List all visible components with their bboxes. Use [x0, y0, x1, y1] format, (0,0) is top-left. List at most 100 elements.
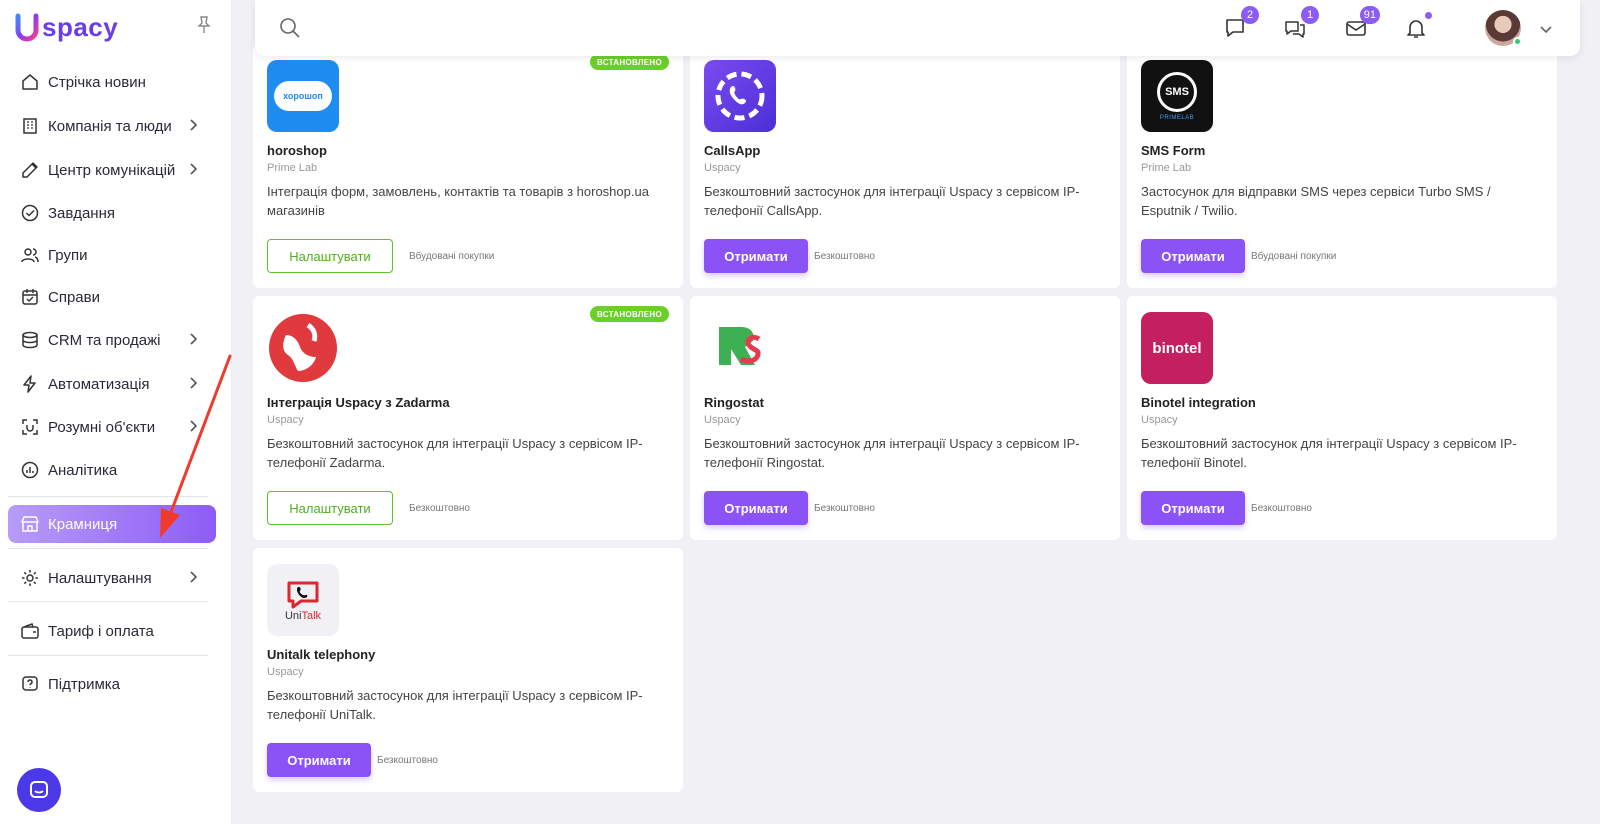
- online-status-indicator: [1513, 37, 1522, 46]
- app-vendor: Uspacy: [267, 414, 304, 426]
- app-price: Безкоштовно: [814, 251, 875, 262]
- app-vendor: Prime Lab: [267, 162, 318, 174]
- configure-button[interactable]: Налаштувати: [267, 491, 393, 525]
- app-vendor: Uspacy: [704, 162, 741, 174]
- app-card[interactable]: хорошоп ВСТАНОВЛЕНО horoshop Prime Lab Інтег…: [253, 44, 683, 288]
- smart-object-icon: [20, 417, 40, 437]
- app-card[interactable]: ВСТАНОВЛЕНО Інтеграція Uspacy з Zadarma Us…: [253, 296, 683, 540]
- sidebar-item-label: Розумні об'єкти: [48, 418, 156, 436]
- get-app-button[interactable]: Отримати: [267, 743, 371, 777]
- avatar[interactable]: [1485, 10, 1522, 46]
- search-icon[interactable]: [279, 17, 301, 39]
- configure-button[interactable]: Налаштувати: [267, 239, 393, 273]
- sidebar-item-6[interactable]: CRM та продажі: [8, 321, 216, 359]
- get-app-button[interactable]: Отримати: [1141, 239, 1245, 273]
- help-icon: [20, 674, 40, 694]
- app-price: Безкоштовно: [1251, 503, 1312, 514]
- sidebar-item-1[interactable]: Компанія та люди: [8, 107, 216, 145]
- sidebar-item-label: Підтримка: [48, 675, 121, 693]
- app-vendor: Prime Lab: [1141, 162, 1192, 174]
- sidebar-item-0[interactable]: Стрічка новин: [8, 63, 216, 101]
- sidebar-item-label: Тариф і оплата: [48, 622, 154, 640]
- sidebar-item-11[interactable]: Налаштування: [8, 559, 216, 597]
- sidebar-item-13[interactable]: Підтримка: [8, 665, 216, 703]
- sidebar-item-label: Крамниця: [48, 515, 118, 533]
- sidebar-divider: [8, 655, 208, 656]
- chevron-right-icon: [186, 376, 200, 390]
- app-description: Інтеграція форм, замовлень, контактів та…: [267, 184, 649, 218]
- notification-dot: [1425, 12, 1432, 19]
- wallet-icon: [20, 621, 40, 641]
- store-icon: [20, 514, 40, 534]
- mail-icon[interactable]: 91: [1342, 6, 1380, 42]
- app-card[interactable]: Ringostat Uspacy Безкоштовний застосунок д…: [690, 296, 1120, 540]
- app-card[interactable]: binotel Binotel integration Uspacy Безкошто…: [1127, 296, 1557, 540]
- sidebar-divider: [8, 496, 208, 497]
- app-price: Вбудовані покупки: [1251, 251, 1337, 262]
- sidebar-item-2[interactable]: Центр комунікацій: [8, 151, 216, 189]
- chevron-right-icon: [186, 419, 200, 433]
- app-price: Безкоштовно: [377, 755, 438, 766]
- app-card[interactable]: CallsApp Uspacy Безкоштовний застосунок дл…: [690, 44, 1120, 288]
- app-name: horoshop: [267, 143, 327, 158]
- sidebar-item-3[interactable]: Завдання: [8, 194, 216, 232]
- mail-badge: 91: [1359, 6, 1380, 24]
- app-price: Безкоштовно: [814, 503, 875, 514]
- bolt-icon: [20, 374, 40, 394]
- messages-badge: 1: [1301, 6, 1319, 24]
- logo-mark-icon: [14, 10, 40, 44]
- sidebar-item-12[interactable]: Тариф і оплата: [8, 612, 216, 650]
- pin-icon[interactable]: [196, 16, 212, 34]
- get-app-button[interactable]: Отримати: [704, 239, 808, 273]
- sidebar-item-label: Налаштування: [48, 569, 152, 587]
- sidebar-item-7[interactable]: Автоматизація: [8, 365, 216, 403]
- chat-badge: 2: [1241, 6, 1259, 24]
- logo[interactable]: spacy: [14, 10, 118, 44]
- app-logo-icon: хорошоп: [267, 60, 339, 132]
- sidebar-item-label: Центр комунікацій: [48, 161, 176, 179]
- calendar-icon: [20, 287, 40, 307]
- logo-text: spacy: [42, 11, 119, 42]
- sidebar-divider: [8, 601, 208, 602]
- chart-icon: [20, 460, 40, 480]
- app-price: Безкоштовно: [409, 503, 470, 514]
- building-icon: [20, 116, 40, 136]
- get-app-button[interactable]: Отримати: [704, 491, 808, 525]
- sidebar-item-label: Автоматизація: [48, 375, 150, 393]
- app-description: Безкоштовний застосунок для інтеграції U…: [1141, 436, 1517, 470]
- app-logo-icon: SMS PRIMELAB: [1141, 60, 1213, 132]
- installed-badge: ВСТАНОВЛЕНО: [589, 306, 669, 322]
- sidebar-item-label: Аналітика: [48, 461, 118, 479]
- app-description: Безкоштовний застосунок для інтеграції U…: [267, 436, 643, 470]
- chevron-down-icon[interactable]: [1539, 22, 1553, 34]
- support-chat-button[interactable]: [17, 768, 61, 812]
- gear-icon: [20, 568, 40, 588]
- edit-icon: [20, 160, 40, 180]
- app-description: Безкоштовний застосунок для інтеграції U…: [704, 184, 1080, 218]
- bell-icon[interactable]: [1402, 12, 1432, 42]
- sidebar-divider: [8, 548, 208, 549]
- sidebar: spacy Стрічка новин Компанія та люди Центр…: [0, 0, 232, 824]
- sidebar-item-label: Компанія та люди: [48, 117, 172, 135]
- app-card[interactable]: UniTalk Unitalk telephony Uspacy Безкоштовн…: [253, 548, 683, 792]
- sidebar-item-5[interactable]: Справи: [8, 278, 216, 316]
- sidebar-item-label: Завдання: [48, 204, 115, 222]
- app-name: Binotel integration: [1141, 395, 1256, 410]
- sidebar-item-label: CRM та продажі: [48, 331, 161, 349]
- home-icon: [20, 72, 40, 92]
- sidebar-item-4[interactable]: Групи: [8, 236, 216, 274]
- app-price: Вбудовані покупки: [409, 251, 495, 262]
- app-name: Ringostat: [704, 395, 764, 410]
- app-logo-icon: [704, 312, 776, 384]
- messages-icon[interactable]: 1: [1281, 6, 1319, 42]
- app-vendor: Uspacy: [1141, 414, 1178, 426]
- app-description: Безкоштовний застосунок для інтеграції U…: [704, 436, 1080, 470]
- app-logo-icon: [267, 312, 339, 384]
- sidebar-item-10[interactable]: Крамниця: [8, 505, 216, 543]
- sidebar-item-8[interactable]: Розумні об'єкти: [8, 408, 216, 446]
- get-app-button[interactable]: Отримати: [1141, 491, 1245, 525]
- app-card[interactable]: SMS PRIMELAB SMS Form Prime Lab Застосунок д…: [1127, 44, 1557, 288]
- app-logo-icon: UniTalk: [267, 564, 339, 636]
- sidebar-item-9[interactable]: Аналітика: [8, 451, 216, 489]
- chat-icon[interactable]: 2: [1221, 6, 1259, 42]
